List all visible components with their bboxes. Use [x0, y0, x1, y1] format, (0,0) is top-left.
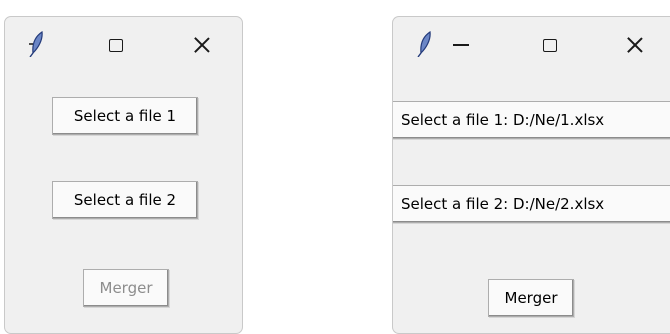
- title-bar[interactable]: [5, 17, 242, 73]
- select-file-1-button[interactable]: Select a file 1: D:/Ne/1.xlsx: [393, 101, 670, 139]
- close-button[interactable]: [623, 33, 647, 57]
- minimize-button[interactable]: [449, 33, 473, 57]
- minimize-icon: [453, 44, 469, 46]
- file-merger-window-selected: Select a file 1: D:/Ne/1.xlsx Select a f…: [392, 16, 670, 334]
- select-file-2-button[interactable]: Select a file 2: D:/Ne/2.xlsx: [393, 185, 670, 223]
- spacer-row: [393, 144, 670, 182]
- maximize-icon: [109, 38, 123, 52]
- close-button[interactable]: [190, 33, 214, 57]
- close-icon: [193, 36, 211, 54]
- file-merger-window-initial: Select a file 1 Select a file 2 Merger: [4, 16, 243, 334]
- merger-button[interactable]: Merger: [83, 269, 169, 307]
- maximize-button[interactable]: [104, 33, 128, 57]
- maximize-button[interactable]: [538, 33, 562, 57]
- select-file-2-button[interactable]: Select a file 2: [52, 181, 198, 219]
- title-bar[interactable]: [393, 17, 670, 73]
- merger-button[interactable]: Merger: [488, 279, 574, 317]
- feather-icon: [417, 31, 431, 57]
- feather-icon: [29, 31, 43, 57]
- select-file-1-button[interactable]: Select a file 1: [52, 97, 198, 135]
- close-icon: [626, 36, 644, 54]
- maximize-icon: [543, 38, 557, 52]
